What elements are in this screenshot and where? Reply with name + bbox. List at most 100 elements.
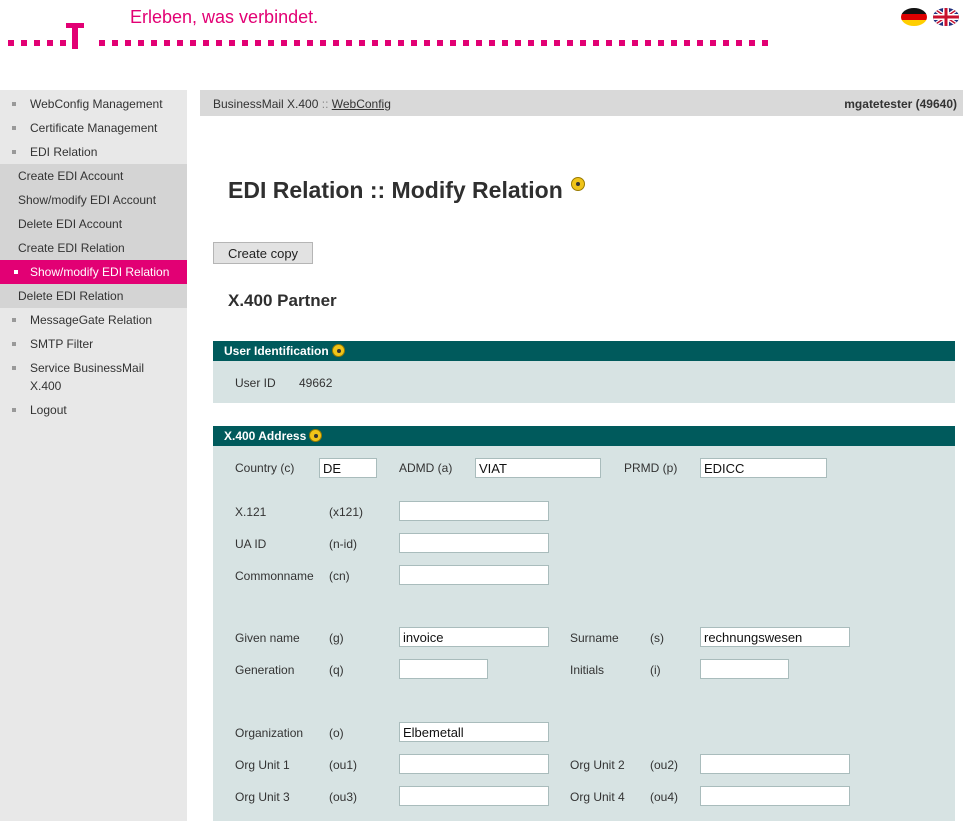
org-unit-2-input[interactable] bbox=[700, 754, 850, 774]
sidebar-subitem-delete-edi-relation[interactable]: Delete EDI Relation bbox=[0, 284, 187, 308]
help-icon[interactable] bbox=[309, 429, 323, 442]
brand-dot bbox=[216, 40, 222, 46]
prmd-label: PRMD (p) bbox=[624, 461, 678, 475]
brand-dot bbox=[333, 40, 339, 46]
bullet-icon bbox=[14, 270, 18, 274]
sidebar-item-service-businessmail[interactable]: Service BusinessMail X.400 bbox=[0, 356, 187, 398]
x121-input[interactable] bbox=[399, 501, 549, 521]
slogan: Erleben, was verbindet. bbox=[130, 7, 319, 27]
help-icon[interactable] bbox=[331, 344, 345, 357]
org-unit-2-label: Org Unit 2 bbox=[570, 758, 625, 772]
org-unit-1-label: Org Unit 1 bbox=[235, 758, 290, 772]
sidebar-item-edi-relation[interactable]: EDI Relation bbox=[0, 140, 187, 164]
sidebar-item-smtp-filter[interactable]: SMTP Filter bbox=[0, 332, 187, 356]
brand-dot bbox=[138, 40, 144, 46]
brand-dot bbox=[411, 40, 417, 46]
org-unit-4-input[interactable] bbox=[700, 786, 850, 806]
brand-dot bbox=[21, 40, 27, 46]
sidebar-item-logout[interactable]: Logout bbox=[0, 398, 187, 422]
german-flag-icon[interactable] bbox=[901, 8, 927, 26]
sidebar-item-messagegate-relation[interactable]: MessageGate Relation bbox=[0, 308, 187, 332]
organization-input[interactable] bbox=[399, 722, 549, 742]
brand-dot bbox=[502, 40, 508, 46]
brand-dot bbox=[736, 40, 742, 46]
initials-abbr: (i) bbox=[650, 663, 661, 677]
brand-dot bbox=[268, 40, 274, 46]
page-title-text: EDI Relation :: Modify Relation bbox=[228, 177, 563, 203]
sidebar-subitem-show-modify-edi-account[interactable]: Show/modify EDI Account bbox=[0, 188, 187, 212]
sidebar-subitem-delete-edi-account[interactable]: Delete EDI Account bbox=[0, 212, 187, 236]
brand-dot bbox=[463, 40, 469, 46]
telekom-logo[interactable] bbox=[66, 15, 84, 53]
sidebar-item-label: Show/modify EDI Account bbox=[18, 193, 157, 207]
create-copy-button[interactable]: Create copy bbox=[213, 242, 313, 264]
admd-input[interactable] bbox=[475, 458, 601, 478]
brand-dot bbox=[723, 40, 729, 46]
brand-dot bbox=[112, 40, 118, 46]
ua-id-abbr: (n-id) bbox=[329, 537, 358, 551]
bullet-icon bbox=[12, 150, 16, 154]
sidebar-item-certificate-management[interactable]: Certificate Management bbox=[0, 116, 187, 140]
surname-label: Surname bbox=[570, 631, 619, 645]
user-identification-header: User Identification bbox=[213, 341, 955, 361]
brand-dot bbox=[515, 40, 521, 46]
help-icon[interactable] bbox=[570, 177, 585, 191]
language-switcher bbox=[901, 8, 959, 26]
sidebar-item-label: Delete EDI Relation bbox=[18, 289, 124, 303]
brand-dot bbox=[424, 40, 430, 46]
org-unit-3-abbr: (ou3) bbox=[329, 790, 358, 804]
country-input[interactable] bbox=[319, 458, 377, 478]
org-unit-1-abbr: (ou1) bbox=[329, 758, 358, 772]
given-name-abbr: (g) bbox=[329, 631, 344, 645]
current-user: mgatetester (49640) bbox=[844, 97, 957, 111]
sidebar-subitem-show-modify-edi-relation[interactable]: Show/modify EDI Relation bbox=[0, 260, 187, 284]
ua-id-input[interactable] bbox=[399, 533, 549, 553]
x121-abbr: (x121) bbox=[329, 505, 364, 519]
sidebar-item-label: Logout bbox=[30, 403, 67, 417]
breadcrumb-webconfig-link[interactable]: WebConfig bbox=[332, 97, 391, 111]
sidebar-subitem-create-edi-relation[interactable]: Create EDI Relation bbox=[0, 236, 187, 260]
brand-dot bbox=[229, 40, 235, 46]
bullet-icon bbox=[12, 366, 16, 370]
surname-input[interactable] bbox=[700, 627, 850, 647]
sidebar: WebConfig Management Certificate Managem… bbox=[0, 90, 187, 821]
brand-dot bbox=[190, 40, 196, 46]
sidebar-subitem-create-edi-account[interactable]: Create EDI Account bbox=[0, 164, 187, 188]
sidebar-item-label: Create EDI Relation bbox=[18, 241, 125, 255]
brand-dot bbox=[47, 40, 53, 46]
x400-address-panel: Country (c) ADMD (a) PRMD (p) X.121 (x12… bbox=[213, 446, 955, 821]
sidebar-item-label: EDI Relation bbox=[30, 145, 98, 159]
sidebar-item-label: Create EDI Account bbox=[18, 169, 124, 183]
bullet-icon bbox=[12, 126, 16, 130]
prmd-input[interactable] bbox=[700, 458, 827, 478]
brand-dot bbox=[697, 40, 703, 46]
given-name-input[interactable] bbox=[399, 627, 549, 647]
brand-dot bbox=[489, 40, 495, 46]
brand-dot bbox=[242, 40, 248, 46]
brand-dot bbox=[398, 40, 404, 46]
generation-label: Generation bbox=[235, 663, 295, 677]
generation-input[interactable] bbox=[399, 659, 488, 679]
brand-dot bbox=[164, 40, 170, 46]
initials-input[interactable] bbox=[700, 659, 789, 679]
brand-dot bbox=[294, 40, 300, 46]
initials-label: Initials bbox=[570, 663, 605, 677]
brand-dot bbox=[281, 40, 287, 46]
org-unit-1-input[interactable] bbox=[399, 754, 549, 774]
brand-dot bbox=[34, 40, 40, 46]
ua-id-label: UA ID bbox=[235, 537, 267, 551]
brand-dot bbox=[177, 40, 183, 46]
brand-dot bbox=[762, 40, 768, 46]
brand-dot-line bbox=[8, 40, 768, 46]
brand-dot bbox=[710, 40, 716, 46]
brand-dot bbox=[554, 40, 560, 46]
commonname-input[interactable] bbox=[399, 565, 549, 585]
brand-dot bbox=[385, 40, 391, 46]
org-unit-3-input[interactable] bbox=[399, 786, 549, 806]
bullet-icon bbox=[12, 408, 16, 412]
uk-flag-icon[interactable] bbox=[933, 8, 959, 26]
brand-dot bbox=[255, 40, 261, 46]
given-name-label: Given name bbox=[235, 631, 300, 645]
brand-dot bbox=[450, 40, 456, 46]
sidebar-item-webconfig-management[interactable]: WebConfig Management bbox=[0, 92, 187, 116]
